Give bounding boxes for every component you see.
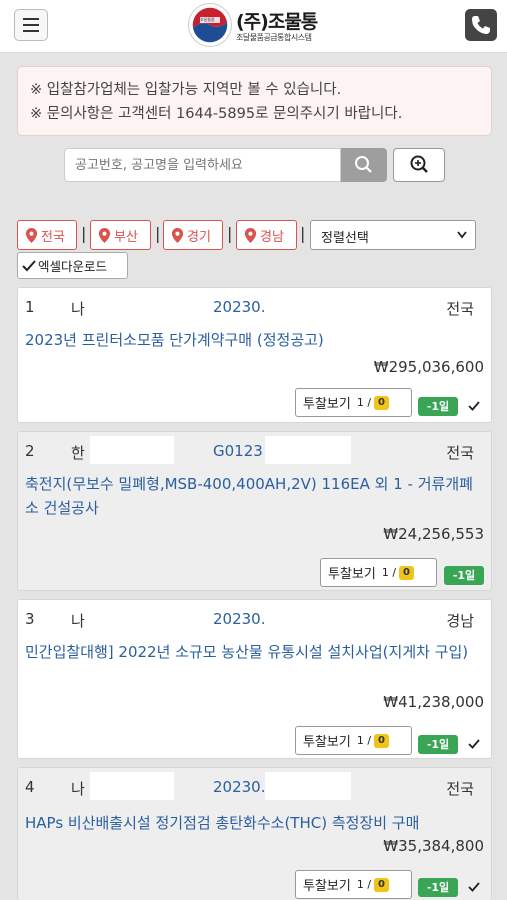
check-icon[interactable] — [468, 400, 480, 412]
region-label: 전국 — [41, 229, 65, 245]
bid-amount: ₩295,036,600 — [373, 358, 484, 376]
hamburger-icon — [23, 18, 39, 20]
search-input[interactable] — [64, 148, 341, 182]
region-filter-busan[interactable]: 부산 — [90, 220, 151, 250]
bid-count-badge: 0 — [374, 877, 390, 892]
sort-select-value: 정렬선택 — [321, 231, 369, 246]
sort-select[interactable]: 정렬선택 — [310, 220, 476, 250]
region-filter-nationwide[interactable]: 전국 — [17, 220, 77, 250]
bid-card[interactable]: 2 한 G0123 전국 축전지(무보수 밀폐형,MSB-400,400AH,2… — [17, 431, 492, 591]
view-bids-button[interactable]: 투찰보기 1 / 0 — [295, 726, 412, 755]
phone-icon — [472, 16, 490, 34]
region-filter-gyeonggi[interactable]: 경기 — [163, 220, 223, 250]
search-icon — [355, 156, 372, 173]
bid-count-badge: 0 — [374, 395, 390, 410]
call-button[interactable] — [465, 9, 497, 41]
bid-region: 전국 — [446, 300, 474, 318]
bid-count: 1 / — [356, 878, 372, 891]
hamburger-menu-button[interactable] — [14, 9, 48, 41]
view-bids-label: 투찰보기 — [303, 879, 351, 894]
divider: | — [227, 224, 233, 243]
bid-title[interactable]: 2023년 프린터소모품 단가계약구매 (정정공고) — [25, 328, 485, 352]
bid-count: 1 / — [381, 566, 397, 579]
view-bids-button[interactable]: 투찰보기 1 / 0 — [295, 388, 412, 417]
divider: | — [155, 224, 161, 243]
region-filter-gyeongnam[interactable]: 경남 — [236, 220, 297, 250]
days-left-badge: -1일 — [418, 735, 458, 754]
region-label: 부산 — [114, 229, 138, 245]
bid-number: 3 — [25, 610, 35, 628]
map-pin-icon — [244, 227, 257, 243]
view-bids-button[interactable]: 투찰보기 1 / 0 — [320, 558, 437, 587]
map-pin-icon — [171, 227, 184, 243]
logo-seal-text: 조달물품 — [200, 17, 215, 22]
excel-download-label: 엑셀다운로드 — [38, 259, 108, 274]
bid-region: 전국 — [446, 780, 474, 798]
view-bids-button[interactable]: 투찰보기 1 / 0 — [295, 870, 412, 899]
bid-code[interactable]: 20230. — [213, 778, 266, 796]
check-icon[interactable] — [468, 738, 480, 750]
region-label: 경기 — [187, 229, 211, 245]
bid-count: 1 / — [356, 396, 372, 409]
notice-line: ※ 문의사항은 고객센터 1644-5895로 문의주시기 바랍니다. — [30, 106, 403, 122]
bid-code[interactable]: G0123 — [213, 442, 263, 460]
view-bids-label: 투찰보기 — [303, 735, 351, 750]
bid-number: 2 — [25, 442, 35, 460]
zoom-in-icon — [410, 155, 428, 173]
notice-box: ※ 입찰참가업체는 입찰가능 지역만 볼 수 있습니다. ※ 문의사항은 고객센… — [17, 66, 492, 136]
days-left-badge: -1일 — [444, 566, 484, 585]
bid-organization: 나 — [71, 780, 85, 798]
map-pin-icon — [98, 227, 111, 243]
bid-code[interactable]: 20230. — [213, 610, 266, 628]
days-left-badge: -1일 — [418, 397, 458, 416]
view-bids-label: 투찰보기 — [303, 397, 351, 412]
excel-download-button[interactable]: 엑셀다운로드 — [17, 252, 128, 279]
bid-organization: 나 — [71, 300, 85, 318]
bid-title[interactable]: HAPs 비산배출시설 정기점검 총탄화수소(THC) 측정장비 구매 — [25, 811, 485, 835]
bid-organization: 나 — [71, 612, 85, 630]
brand-logo[interactable]: 조달물품 (주)조물통 조달물품공급통합시스템 — [188, 3, 328, 47]
bid-count: 1 / — [356, 734, 372, 747]
chevron-down-icon — [457, 231, 467, 239]
bid-code[interactable]: 20230. — [213, 298, 266, 316]
divider: | — [81, 224, 87, 243]
bid-region: 경남 — [446, 612, 474, 630]
bid-title[interactable]: 축전지(무보수 밀폐형,MSB-400,400AH,2V) 116EA 외 1 … — [25, 472, 485, 520]
check-icon[interactable] — [468, 881, 480, 893]
bid-count-badge: 0 — [399, 565, 415, 580]
bid-count-badge: 0 — [374, 733, 390, 748]
region-label: 경남 — [260, 229, 284, 245]
days-left-badge: -1일 — [418, 878, 458, 897]
view-bids-label: 투찰보기 — [328, 567, 376, 582]
bid-card[interactable]: 4 나 20230. 전국 HAPs 비산배출시설 정기점검 총탄화수소(THC… — [17, 767, 492, 900]
bid-title[interactable]: 민간입찰대행] 2022년 소규모 농산물 유통시설 설치사업(지게차 구입) — [25, 640, 485, 664]
app-header: 조달물품 (주)조물통 조달물품공급통합시스템 — [0, 0, 507, 53]
redacted-area — [265, 772, 351, 800]
detail-search-button[interactable] — [393, 148, 445, 182]
logo-subtitle: 조달물품공급통합시스템 — [236, 33, 312, 42]
bid-organization: 한 — [71, 444, 85, 462]
divider: | — [300, 224, 306, 243]
redacted-area — [90, 772, 174, 800]
map-pin-icon — [25, 227, 38, 243]
redacted-area — [265, 436, 351, 464]
bid-card[interactable]: 3 나 20230. 경남 민간입찰대행] 2022년 소규모 농산물 유통시설… — [17, 599, 492, 759]
redacted-area — [90, 436, 174, 464]
bid-amount: ₩24,256,553 — [383, 525, 484, 543]
bid-region: 전국 — [446, 444, 474, 462]
bid-card[interactable]: 1 나 20230. 전국 2023년 프린터소모품 단가계약구매 (정정공고)… — [17, 287, 492, 423]
logo-title: (주)조물통 — [236, 11, 318, 33]
bid-amount: ₩35,384,800 — [383, 837, 484, 855]
check-icon — [22, 259, 36, 271]
bid-number: 1 — [25, 298, 35, 316]
notice-line: ※ 입찰참가업체는 입찰가능 지역만 볼 수 있습니다. — [30, 82, 342, 98]
logo-emblem-icon: 조달물품 — [188, 3, 232, 47]
bid-amount: ₩41,238,000 — [383, 693, 484, 711]
bid-number: 4 — [25, 778, 35, 796]
search-button[interactable] — [341, 148, 387, 182]
